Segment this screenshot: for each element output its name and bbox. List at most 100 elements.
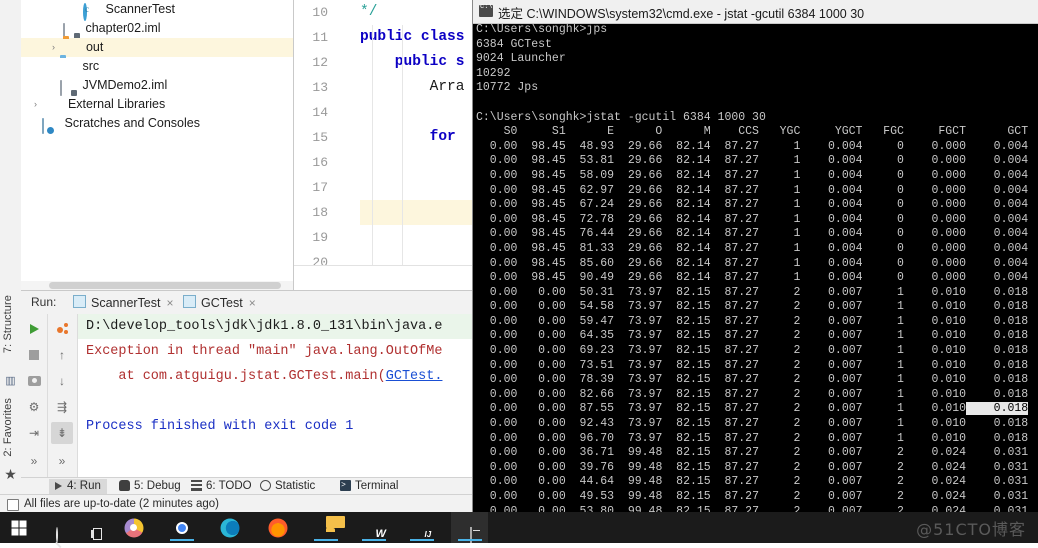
jstat-cell: 0.007 xyxy=(800,431,863,445)
jstat-cell: 39.76 xyxy=(565,460,615,474)
taskbar-word[interactable] xyxy=(355,512,392,543)
jstat-cell: 0.00 xyxy=(517,504,566,512)
jstat-cell: 0.00 xyxy=(476,139,518,153)
more-options-button[interactable]: » xyxy=(51,450,73,472)
line-number: 11 xyxy=(312,30,328,45)
stop-button[interactable] xyxy=(23,344,45,366)
tool-tab-label: Statistic xyxy=(275,480,316,492)
taskbar-chrome[interactable] xyxy=(163,512,200,543)
sidebar-tab-favorites[interactable]: 2: Favorites xyxy=(2,398,14,457)
folder-blue-icon xyxy=(60,57,76,73)
rerun-coverage-button[interactable] xyxy=(51,318,73,340)
jstat-cell: 0.018 xyxy=(966,285,1029,299)
jstat-cell: 0.010 xyxy=(903,344,967,358)
scroll-to-end-button[interactable]: ⇟ xyxy=(51,422,73,444)
tool-tab-statistic[interactable]: Statistic xyxy=(254,479,321,494)
jstat-cell: 0.007 xyxy=(800,344,863,358)
editor-gutter: 10 11 12 13 14 15 16 17 18 19 20 xyxy=(294,0,360,270)
start-button[interactable] xyxy=(0,512,37,543)
taskbar-firefox[interactable] xyxy=(259,512,296,543)
jstat-cell: 2 xyxy=(758,387,801,401)
soft-wrap-button[interactable]: ⇶ xyxy=(51,396,73,418)
jstat-cell: 0.00 xyxy=(476,358,518,372)
jstat-cell: 98.45 xyxy=(517,154,566,168)
tree-item-label: Scratches and Consoles xyxy=(64,116,200,130)
jstat-cell: 73.97 xyxy=(614,431,663,445)
tree-item-scratches-and-consoles[interactable]: Scratches and Consoles xyxy=(21,114,293,134)
sidebar-tab-structure[interactable]: 7: Structure xyxy=(2,295,14,353)
run-toolbar-second: ↑ ↓ ⇶ ⇟ » xyxy=(48,314,78,478)
jstat-cell: 0.00 xyxy=(476,227,518,241)
jstat-cell: 0.004 xyxy=(966,241,1029,255)
jstat-table: S0 S1 E O M CCS YGC YGCT FGC FGCT GCT 0.… xyxy=(476,125,1038,512)
rerun-failed-button[interactable]: ⚙ xyxy=(23,396,45,418)
jstat-cell: 0.000 xyxy=(903,183,967,197)
run-tab-scannertest[interactable]: ScannerTest × xyxy=(69,293,178,314)
tree-item-jvmdemo2-iml[interactable]: JVMDemo2.iml xyxy=(21,76,293,96)
scroll-up-button[interactable]: ↑ xyxy=(51,344,73,366)
tool-tab-terminal[interactable]: Terminal xyxy=(334,477,404,494)
jstat-cell: 81.33 xyxy=(565,241,615,255)
taskbar-edge[interactable] xyxy=(211,512,248,543)
tree-horizontal-scrollbar[interactable] xyxy=(21,281,293,290)
tree-item-scannertest[interactable]: ScannerTest xyxy=(21,0,293,21)
tree-item-external-libraries[interactable]: › External Libraries xyxy=(21,95,293,114)
jstat-cell: 0.004 xyxy=(800,227,863,241)
jstat-cell: 0.018 xyxy=(966,387,1029,401)
star-icon: ★ xyxy=(4,466,17,482)
jstat-cell: 0.004 xyxy=(966,168,1029,182)
more-options-button[interactable]: » xyxy=(23,450,45,472)
console-icon xyxy=(183,295,196,308)
tree-item-src[interactable]: src xyxy=(21,57,293,76)
scroll-down-button[interactable]: ↓ xyxy=(51,370,73,392)
jstat-cell: 0.00 xyxy=(517,402,566,416)
chevron-right-icon[interactable]: › xyxy=(47,38,60,57)
close-icon[interactable]: × xyxy=(249,296,256,310)
export-button[interactable]: ⇥ xyxy=(23,422,45,444)
close-icon[interactable]: × xyxy=(166,296,173,310)
jstat-cell: 29.66 xyxy=(614,241,663,255)
jstat-cell: 87.27 xyxy=(710,402,759,416)
jstat-cell: 73.97 xyxy=(614,344,663,358)
windows-start-icon xyxy=(11,520,26,535)
jstat-cell: 82.15 xyxy=(662,446,711,460)
jstat-cell: 0.00 xyxy=(517,490,566,503)
taskbar-file-explorer[interactable] xyxy=(307,512,344,543)
jstat-cell: 82.15 xyxy=(662,358,711,372)
jstat-cell: 0.00 xyxy=(476,300,518,314)
jstat-cell: 2 xyxy=(758,344,801,358)
rerun-button[interactable] xyxy=(23,318,45,340)
jstat-cell: 0.00 xyxy=(517,387,566,401)
jstat-cell: 82.15 xyxy=(662,504,711,512)
taskbar-cmd[interactable] xyxy=(451,512,488,543)
jstat-cell: 82.66 xyxy=(565,387,615,401)
stacktrace-link[interactable]: GCTest. xyxy=(386,369,443,384)
search-button[interactable] xyxy=(37,512,74,543)
jstat-cell: 0.00 xyxy=(476,490,518,503)
cmd-title-bar[interactable]: 选定 C:\WINDOWS\system32\cmd.exe - jstat -… xyxy=(473,0,1038,24)
jstat-cell: 0.004 xyxy=(800,154,863,168)
tree-item-label: src xyxy=(82,59,100,73)
jstat-cell: 87.27 xyxy=(710,227,759,241)
taskbar-intellij[interactable] xyxy=(403,512,440,543)
jstat-cell: 29.66 xyxy=(614,183,663,197)
jstat-cell: 0.007 xyxy=(800,490,863,503)
tool-tab-todo[interactable]: 6: TODO xyxy=(185,479,258,494)
jstat-data-row: 0.00 0.00 82.66 73.97 82.15 87.27 2 0.00… xyxy=(476,388,1038,403)
screenshot-button[interactable] xyxy=(23,370,45,392)
jstat-cell: 82.15 xyxy=(662,417,711,431)
task-view-button[interactable] xyxy=(74,512,111,543)
run-tab-gctest[interactable]: GCTest × xyxy=(179,293,260,316)
tree-item-chapter02-iml[interactable]: chapter02.iml xyxy=(21,19,293,39)
jstat-cell: 1 xyxy=(862,387,904,401)
chevron-right-icon[interactable]: › xyxy=(29,95,42,114)
jstat-cell: 2 xyxy=(758,490,801,503)
jstat-cell: 29.66 xyxy=(614,212,663,226)
tool-tab-debug[interactable]: 5: Debug xyxy=(113,479,187,494)
jstat-cell: 2 xyxy=(862,446,904,460)
jstat-data-row: 0.00 0.00 50.31 73.97 82.15 87.27 2 0.00… xyxy=(476,286,1038,301)
tool-tab-run[interactable]: 4: Run xyxy=(49,479,107,494)
jstat-cell: 82.14 xyxy=(662,198,711,212)
taskbar-chrome-canary[interactable] xyxy=(115,512,152,543)
cmd-console[interactable]: C:\Users\songhk>jps 6384 GCTest 9024 Lau… xyxy=(473,23,1038,512)
